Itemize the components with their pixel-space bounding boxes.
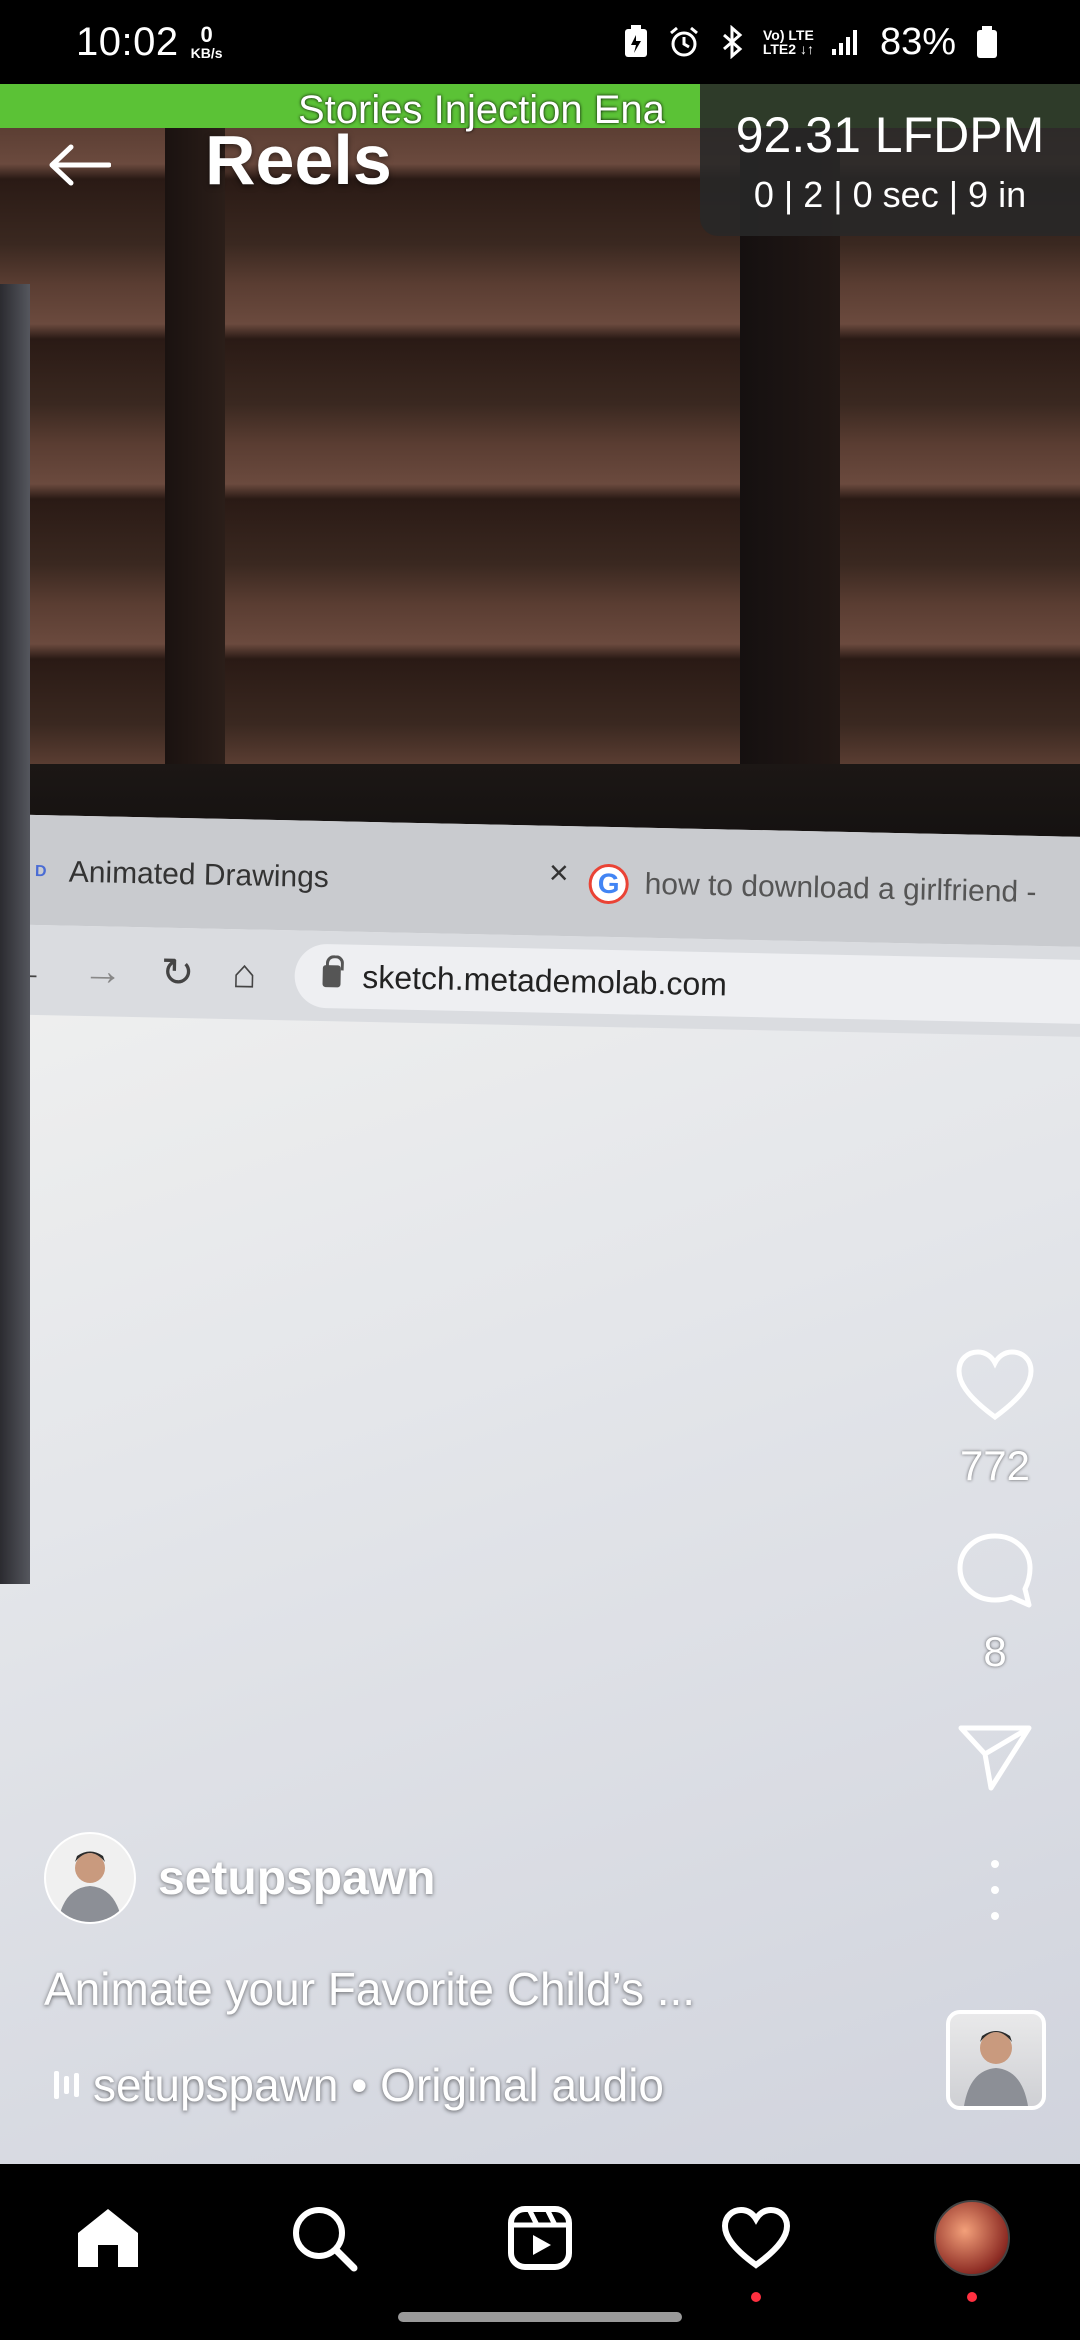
browser-forward-icon: → [82, 948, 124, 994]
monitor-bezel [0, 284, 30, 1584]
network-speed-unit: KB/s [190, 45, 223, 61]
status-bar: 10:02 0 KB/s Vo) LTE LTE2 ↓↑ 83% [0, 0, 1080, 84]
home-icon [78, 2209, 138, 2267]
more-dot [991, 1860, 999, 1868]
tab-favicon-icon: D [34, 862, 47, 881]
page-title: Reels [205, 121, 392, 199]
fps-sub-text: 0 | 2 | 0 sec | 9 in [753, 174, 1027, 215]
share-button[interactable] [950, 1712, 1040, 1802]
network-speed-value: 0 [200, 22, 213, 47]
signal-icon [828, 25, 862, 59]
author-avatar[interactable] [44, 1832, 136, 1924]
heart-icon [956, 1349, 1034, 1421]
audio-thumbnail[interactable] [946, 2010, 1046, 2110]
battery-percent: 83% [879, 20, 956, 63]
battery-icon [970, 25, 1004, 59]
audio-bars-icon [54, 2070, 79, 2100]
audio-label: setupspawn • Original audio [93, 2059, 665, 2111]
nav-reels[interactable] [500, 2198, 580, 2278]
browser-home-icon: ⌂ [231, 951, 257, 997]
bluetooth-icon [715, 25, 749, 59]
browser-url-bar: sketch.metademolab.com [293, 943, 1080, 1025]
browser-tab-inactive-title: how to download a girlfriend - [644, 867, 1037, 909]
tab-close-icon: × [548, 853, 570, 893]
back-button[interactable] [44, 130, 114, 200]
author-avatar-person-icon [58, 1851, 122, 1922]
profile-notification-dot [967, 2292, 977, 2302]
author-username[interactable]: setupspawn [158, 1851, 435, 1906]
activity-notification-dot [751, 2292, 761, 2302]
like-count: 772 [959, 1442, 1031, 1489]
audio-bar [54, 2071, 59, 2099]
google-icon: G [588, 863, 630, 905]
battery-saver-icon [619, 25, 653, 59]
fps-main-text: 92.31 LFDPM [735, 107, 1045, 163]
audio-bar [64, 2076, 69, 2094]
network-type-line1: Vo) LTE [762, 27, 814, 43]
lock-icon [322, 964, 341, 988]
more-dot [991, 1886, 999, 1894]
comment-button[interactable] [950, 1526, 1040, 1616]
reel-caption[interactable]: Animate your Favorite Child’s ... [44, 1962, 695, 2016]
browser-reload-icon: ↻ [160, 950, 195, 996]
like-button[interactable] [950, 1340, 1040, 1430]
more-options-button[interactable] [991, 1860, 999, 1920]
network-type-line2: LTE2 ↓↑ [762, 41, 814, 57]
author-row[interactable]: setupspawn [44, 1832, 435, 1924]
browser-url-text: sketch.metademolab.com [361, 958, 728, 1002]
browser-tab-active-title: Animated Drawings [68, 855, 330, 895]
comment-count: 8 [983, 1628, 1007, 1675]
back-arrow-icon [49, 144, 111, 186]
status-time: 10:02 [76, 19, 179, 64]
activity-heart-icon [721, 2207, 791, 2269]
reels-icon [508, 2206, 572, 2270]
fps-overlay: 92.31 LFDPM 0 | 2 | 0 sec | 9 in [700, 84, 1080, 236]
network-type: Vo) LTE LTE2 ↓↑ [763, 28, 814, 56]
audio-bar [74, 2073, 79, 2097]
more-dot [991, 1912, 999, 1920]
nav-activity[interactable] [716, 2198, 796, 2278]
alarm-icon [667, 25, 701, 59]
home-indicator[interactable] [398, 2312, 682, 2322]
browser-tab-active: D Animated Drawings × [28, 837, 569, 918]
nav-search[interactable] [284, 2198, 364, 2278]
status-icons: Vo) LTE LTE2 ↓↑ 83% [619, 21, 1004, 64]
nav-profile[interactable] [932, 2198, 1012, 2278]
profile-avatar [934, 2200, 1010, 2276]
audio-info[interactable]: setupspawn • Original audio [54, 2058, 664, 2112]
send-icon [958, 1725, 1032, 1791]
nav-home[interactable] [68, 2198, 148, 2278]
search-icon [293, 2207, 358, 2272]
reel-actions: 772 8 [930, 1340, 1060, 1920]
comment-icon [957, 1533, 1033, 1608]
network-speed: 0 KB/s [190, 22, 223, 61]
browser-tab-inactive: G how to download a girlfriend - [588, 849, 1080, 932]
audio-thumbnail-person-icon [964, 2031, 1028, 2106]
